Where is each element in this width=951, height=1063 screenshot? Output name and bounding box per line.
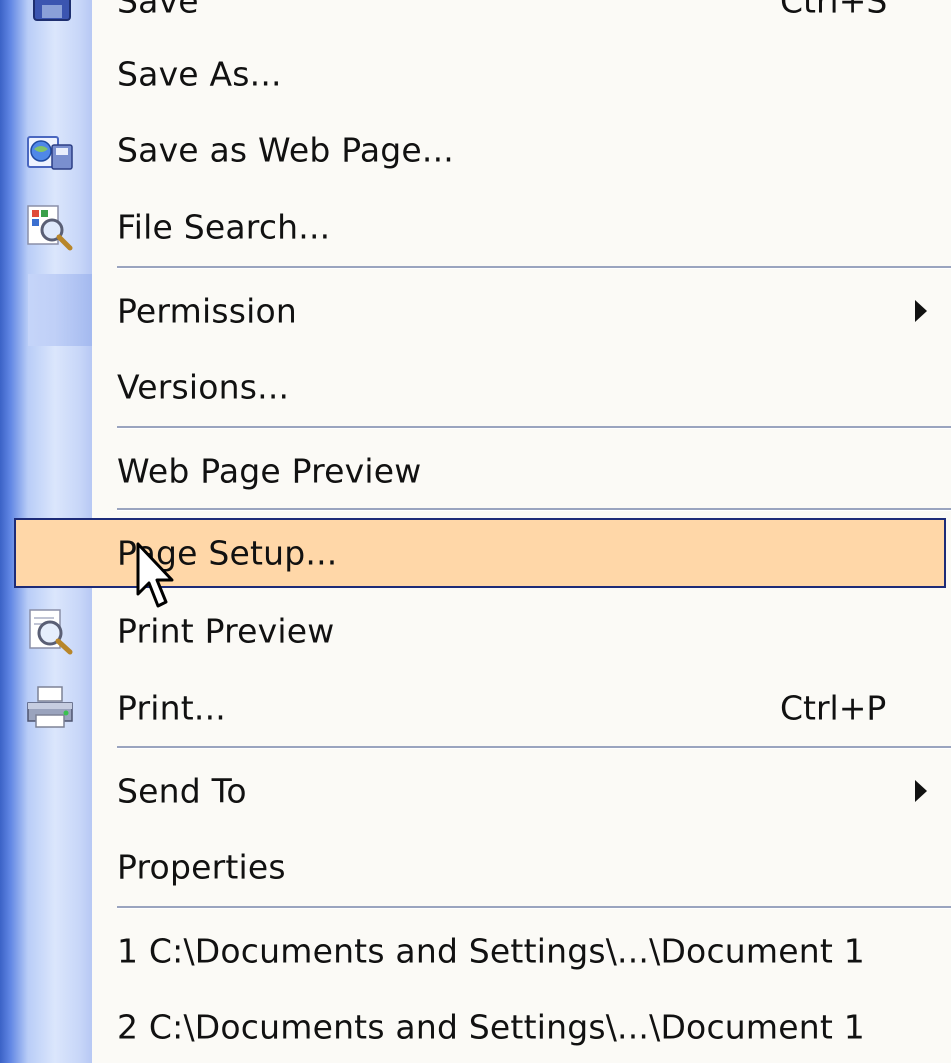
menu-item-permission[interactable]: Permission	[0, 280, 951, 342]
menu-separator	[117, 426, 951, 429]
menu-separator	[117, 746, 951, 749]
menu-separator	[117, 266, 951, 269]
menu-item-recent-file-1[interactable]: 1 C:\Documents and Settings\...\Document…	[0, 920, 951, 982]
menu-item-label: Print Preview	[117, 611, 335, 651]
web-page-icon	[24, 125, 76, 175]
menu-item-label: Save	[117, 0, 199, 21]
menu-item-label: Print...	[117, 688, 226, 728]
menu-item-versions[interactable]: Versions...	[0, 356, 951, 418]
menu-item-label: Web Page Preview	[117, 451, 422, 491]
mouse-cursor-icon	[136, 542, 174, 608]
menu-item-print[interactable]: Print... Ctrl+P	[0, 677, 951, 739]
menu-item-web-page-preview[interactable]: Web Page Preview	[0, 440, 951, 502]
menu-item-label: File Search...	[117, 207, 331, 247]
submenu-arrow-icon	[915, 300, 927, 322]
menu-item-label: Properties	[117, 847, 286, 887]
menu-item-save[interactable]: Save Ctrl+S	[0, 0, 951, 32]
menu-item-label: Save as Web Page...	[117, 130, 454, 170]
menu-separator	[117, 508, 951, 511]
menu-item-recent-file-2[interactable]: 2 C:\Documents and Settings\...\Document…	[0, 996, 951, 1058]
menu-item-label: 1 C:\Documents and Settings\...\Document…	[117, 931, 865, 971]
file-search-icon	[24, 202, 76, 252]
menu-separator	[117, 906, 951, 909]
menu-item-label: Send To	[117, 771, 247, 811]
menu-item-label: Versions...	[117, 367, 290, 407]
menu-item-properties[interactable]: Properties	[0, 836, 951, 898]
menu-item-label: 2 C:\Documents and Settings\...\Document…	[117, 1007, 865, 1047]
menu-item-shortcut: Ctrl+P	[780, 688, 887, 728]
print-preview-icon	[24, 606, 76, 656]
menu-item-label: Permission	[117, 291, 297, 331]
menu-item-save-as-web-page[interactable]: Save as Web Page...	[0, 119, 951, 181]
submenu-arrow-icon	[915, 780, 927, 802]
menu-item-shortcut: Ctrl+S	[780, 0, 888, 21]
menu-item-send-to[interactable]: Send To	[0, 760, 951, 822]
menu-item-label: Save As...	[117, 54, 282, 94]
menu-item-save-as[interactable]: Save As...	[0, 43, 951, 105]
file-menu: Save Ctrl+S Save As... Save as Web Page.…	[0, 0, 951, 1063]
printer-icon	[24, 683, 76, 733]
save-icon	[24, 0, 76, 26]
menu-item-file-search[interactable]: File Search...	[0, 196, 951, 258]
